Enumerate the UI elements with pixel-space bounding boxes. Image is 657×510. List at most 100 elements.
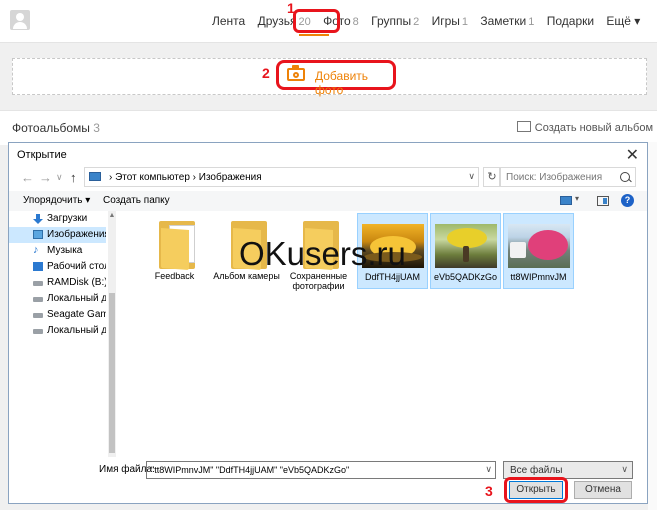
sidebar-item-local-disk-1[interactable]: Локальный дис <box>9 291 106 307</box>
nav-feed[interactable]: Лента <box>212 14 245 28</box>
file-name: Сохраненные фотографии <box>289 271 348 291</box>
up-arrow-icon[interactable]: ↑ <box>70 170 77 185</box>
desktop-icon <box>33 262 43 271</box>
folder-icon <box>159 219 195 270</box>
sidebar-item-music[interactable]: ♪ Музыка <box>9 243 106 259</box>
album-icon <box>516 121 531 132</box>
image-thumbnail <box>435 224 497 268</box>
image-item[interactable]: tt8WIPmnvJM <box>503 213 574 289</box>
albums-title-text: Фотоальбомы <box>12 121 90 135</box>
sidebar-item-local-disk-2[interactable]: Локальный дис <box>9 323 106 339</box>
drive-icon <box>33 313 43 318</box>
add-photo-label: Добавить фото <box>315 69 369 97</box>
forward-arrow-icon[interactable]: → <box>39 170 52 185</box>
sidebar-item-label: Изображения <box>47 229 106 240</box>
nav-more[interactable]: Ещё ▾ <box>606 14 640 28</box>
add-photo-button[interactable]: Добавить фото <box>276 60 396 97</box>
nav-label: Друзья <box>257 14 297 28</box>
search-icon <box>620 172 630 182</box>
albums-header: Фотоальбомы 3 Создать новый альбом <box>0 110 657 145</box>
sidebar-item-label: Музыка <box>47 245 83 256</box>
step-number-2: 2 <box>262 65 270 81</box>
nav-gifts[interactable]: Подарки <box>547 14 594 28</box>
chevron-down-icon[interactable]: ∨ <box>485 464 492 475</box>
image-item[interactable]: eVb5QADKzGo <box>430 213 501 289</box>
breadcrumb[interactable]: › Этот компьютер › Изображения <box>109 172 262 183</box>
nav-count: 2 <box>413 16 420 28</box>
filename-input[interactable]: "tt8WIPmnvJM" "DdfTH4jjUAM" "eVb5QADKzGo… <box>146 461 496 479</box>
nav-label: Подарки <box>546 14 595 28</box>
nav-links: Лента Друзья 20 Фото 8 Группы 2 Игры 1 Замет… <box>212 14 649 28</box>
sidebar-item-desktop[interactable]: Рабочий стол <box>9 259 106 275</box>
recent-dropdown-icon[interactable]: ∨ <box>56 172 63 183</box>
create-album-label: Создать новый альбом <box>534 122 653 134</box>
sidebar-item-downloads[interactable]: Загрузки <box>9 211 106 227</box>
sidebar-item-label: Локальный дис <box>47 325 106 336</box>
sidebar-item-ramdisk[interactable]: RAMDisk (B:) <box>9 275 106 291</box>
chevron-down-icon[interactable]: ∨ <box>621 464 628 475</box>
new-folder-button[interactable]: Создать папку <box>103 195 170 206</box>
search-placeholder: Поиск: Изображения <box>506 172 603 183</box>
navigation-pane: Загрузки Изображения ♪ Музыка Рабочий ст… <box>9 211 106 457</box>
cancel-button[interactable]: Отмена <box>574 481 632 499</box>
nav-label: Ещё ▾ <box>606 14 641 28</box>
create-album-link[interactable]: Создать новый альбом <box>516 121 653 134</box>
nav-label: Лента <box>212 14 246 28</box>
close-icon[interactable]: ✕ <box>626 145 639 165</box>
sidebar-item-label: Загрузки <box>47 213 88 224</box>
search-input[interactable]: Поиск: Изображения <box>499 167 636 187</box>
nav-label: Игры <box>431 14 460 28</box>
file-name: Feedback <box>154 271 195 281</box>
sidebar-item-label: Локальный дис <box>47 293 106 304</box>
active-tab-underline <box>299 34 329 36</box>
view-mode-icon[interactable] <box>560 196 572 205</box>
nav-groups[interactable]: Группы 2 <box>371 14 419 28</box>
nav-games[interactable]: Игры 1 <box>432 14 468 28</box>
drive-icon <box>33 329 43 334</box>
address-bar[interactable]: › Этот компьютер › Изображения ∨ <box>84 167 479 187</box>
file-name: tt8WIPmnvJM <box>510 272 567 282</box>
dialog-toolbar: Упорядочить ▾ Создать папку ▾ ? <box>9 191 647 211</box>
nav-label: Заметки <box>480 14 527 28</box>
image-thumbnail <box>508 224 570 268</box>
nav-notes[interactable]: Заметки 1 <box>480 14 534 28</box>
address-row: ← → ∨ ↑ › Этот компьютер › Изображения ∨… <box>9 167 647 189</box>
dialog-title: Открытие <box>17 149 67 161</box>
view-dropdown-icon[interactable]: ▾ <box>575 194 579 203</box>
avatar-icon[interactable] <box>10 10 30 30</box>
folder-item[interactable]: Feedback <box>139 213 210 289</box>
filename-value: "tt8WIPmnvJM" "DdfTH4jjUAM" "eVb5QADKzGo… <box>151 465 350 475</box>
file-name: eVb5QADKzGo <box>433 272 498 282</box>
watermark-text: OKusers.ru <box>239 235 406 272</box>
file-type-value: Все файлы <box>510 465 563 476</box>
nav-count: 1 <box>528 16 535 28</box>
highlight-photo-tab <box>293 9 340 33</box>
images-icon <box>33 230 43 239</box>
highlight-open-button <box>504 477 568 503</box>
organize-button[interactable]: Упорядочить ▾ <box>23 195 90 206</box>
sidebar-item-label: RAMDisk (B:) <box>47 277 106 288</box>
back-arrow-icon[interactable]: ← <box>21 170 34 185</box>
help-icon[interactable]: ? <box>621 194 634 207</box>
sidebar-item-label: Рабочий стол <box>47 261 106 272</box>
sidebar-item-seagate[interactable]: Seagate Game D <box>9 307 106 323</box>
page-edge <box>648 142 657 510</box>
music-icon: ♪ <box>33 244 39 256</box>
step-number-1: 1 <box>287 0 295 16</box>
sidebar-item-label: Seagate Game D <box>47 309 106 320</box>
dialog-titlebar[interactable]: Открытие ✕ <box>9 143 647 167</box>
sidebar-item-images[interactable]: Изображения <box>9 227 106 243</box>
drive-icon <box>33 297 43 302</box>
drive-icon <box>33 281 43 286</box>
computer-icon <box>89 172 101 181</box>
sidebar-scroll-thumb[interactable] <box>109 293 115 453</box>
camera-icon <box>287 65 305 81</box>
nav-count: 1 <box>461 16 469 28</box>
file-open-dialog: Открытие ✕ ← → ∨ ↑ › Этот компьютер › Из… <box>8 142 648 504</box>
nav-count: 8 <box>352 16 359 28</box>
download-icon <box>33 214 43 224</box>
chevron-down-icon[interactable]: ∨ <box>468 171 475 182</box>
nav-label: Группы <box>371 14 412 28</box>
scroll-up-icon[interactable]: ▲ <box>108 212 116 219</box>
preview-pane-icon[interactable] <box>597 196 609 206</box>
